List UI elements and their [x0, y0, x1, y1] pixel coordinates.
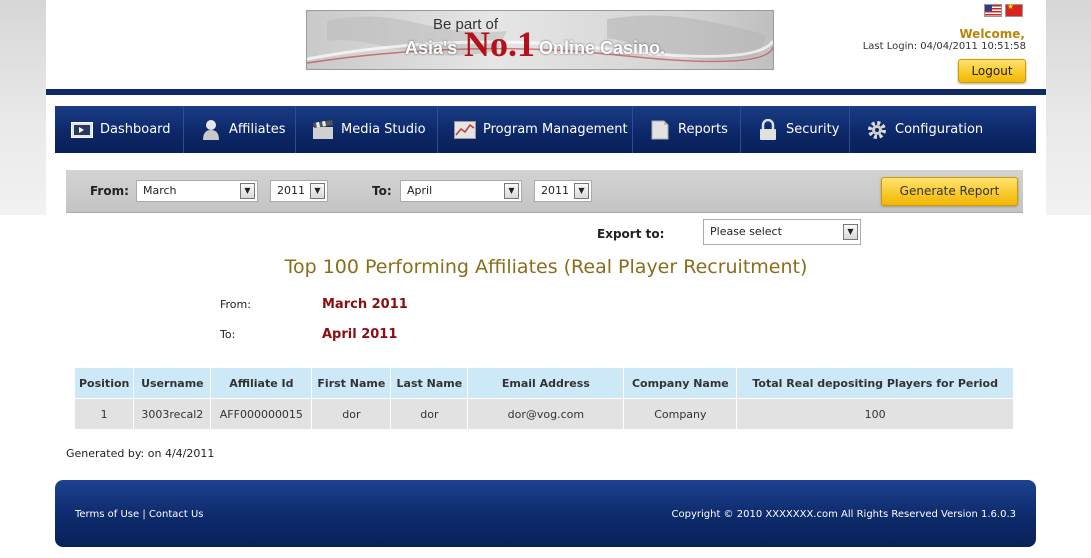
report-from-label: From:	[220, 298, 251, 311]
from-year-select[interactable]: 2011 ▼	[270, 180, 328, 202]
banner-no1: No.1	[464, 24, 535, 64]
generated-by-text: Generated by: on 4/4/2011	[66, 447, 215, 460]
contact-us-link[interactable]: Contact Us	[149, 509, 204, 520]
to-label: To:	[372, 184, 392, 198]
clapperboard-icon	[312, 119, 334, 140]
cell-position: 1	[75, 398, 135, 429]
column-header-total-players[interactable]: Total Real depositing Players for Period	[736, 368, 1014, 399]
nav-item-reports[interactable]: Reports	[633, 106, 741, 153]
report-title: Top 100 Performing Affiliates (Real Play…	[284, 256, 808, 278]
column-header-email[interactable]: Email Address	[467, 368, 625, 399]
gear-icon	[866, 120, 888, 140]
report-icon	[649, 120, 671, 140]
from-month-value: March	[143, 184, 177, 197]
chevron-down-icon: ▼	[843, 224, 858, 240]
nav-item-dashboard[interactable]: Dashboard	[55, 106, 184, 153]
column-header-company[interactable]: Company Name	[623, 368, 738, 399]
page-container: Be part of Asia's No.1 Online Casino. We…	[46, 0, 1046, 558]
nav-label: Configuration	[895, 122, 984, 137]
logout-button[interactable]: Logout	[958, 59, 1026, 83]
from-label: From:	[90, 184, 129, 198]
user-icon	[200, 119, 222, 140]
chart-icon	[454, 120, 476, 140]
copyright-text: Copyright © 2010 XXXXXXX.com All Rights …	[671, 509, 1016, 520]
cell-username: 3003recal2	[133, 398, 212, 429]
export-value: Please select	[710, 225, 782, 238]
footer-separator: |	[142, 509, 146, 520]
nav-label: Program Management	[483, 122, 628, 137]
from-month-select[interactable]: March ▼	[136, 180, 258, 202]
cell-email: dor@vog.com	[467, 398, 625, 429]
export-select[interactable]: Please select ▼	[703, 219, 861, 245]
report-to-label: To:	[220, 328, 236, 341]
lock-icon	[757, 118, 779, 140]
to-month-select[interactable]: April ▼	[400, 180, 522, 202]
column-header-position[interactable]: Position	[75, 368, 135, 399]
nav-item-affiliates[interactable]: Affiliates	[184, 106, 296, 153]
to-month-value: April	[407, 184, 433, 197]
footer-links: Terms of Use | Contact Us	[75, 509, 204, 520]
chevron-down-icon: ▼	[240, 183, 255, 199]
nav-item-security[interactable]: Security	[741, 106, 850, 153]
report-filter-bar: From: March ▼ 2011 ▼ To: April ▼ 2011 ▼ …	[66, 170, 1023, 213]
from-year-value: 2011	[277, 184, 305, 197]
nav-label: Reports	[678, 122, 728, 137]
nav-item-media-studio[interactable]: Media Studio	[296, 106, 438, 153]
export-label: Export to:	[597, 227, 665, 241]
affiliates-table: Position Username Affiliate Id First Nam…	[75, 368, 1014, 429]
main-nav: Dashboard Affiliates Media Studio Progra…	[55, 106, 1036, 153]
us-flag-icon[interactable]	[984, 4, 1002, 17]
to-year-value: 2011	[541, 184, 569, 197]
nav-label: Security	[786, 122, 840, 137]
nav-item-program-management[interactable]: Program Management	[438, 106, 633, 153]
nav-item-configuration[interactable]: Configuration	[850, 106, 1036, 153]
cell-first-name: dor	[311, 398, 392, 429]
casino-banner[interactable]: Be part of Asia's No.1 Online Casino.	[306, 10, 774, 70]
column-header-last-name[interactable]: Last Name	[390, 368, 469, 399]
chevron-down-icon: ▼	[310, 183, 325, 199]
to-year-select[interactable]: 2011 ▼	[534, 180, 592, 202]
report-to-value: April 2011	[322, 327, 398, 342]
column-header-first-name[interactable]: First Name	[311, 368, 392, 399]
header-divider	[46, 89, 1046, 95]
language-flags	[981, 2, 1023, 23]
column-header-username[interactable]: Username	[133, 368, 212, 399]
nav-label: Media Studio	[341, 122, 426, 137]
last-login-text: Last Login: 04/04/2011 10:51:58	[862, 41, 1026, 52]
table-header-row: Position Username Affiliate Id First Nam…	[75, 368, 1014, 399]
welcome-text: Welcome,	[959, 27, 1025, 41]
banner-asia: Asia's	[405, 38, 458, 58]
report-from-value: March 2011	[322, 297, 408, 312]
terms-of-use-link[interactable]: Terms of Use	[75, 509, 139, 520]
cell-total-players: 100	[736, 398, 1014, 429]
china-flag-icon[interactable]	[1005, 2, 1023, 17]
table-row: 1 3003recal2 AFF000000015 dor dor dor@vo…	[75, 398, 1014, 429]
chevron-down-icon: ▼	[574, 183, 589, 199]
cell-last-name: dor	[390, 398, 469, 429]
chevron-down-icon: ▼	[504, 183, 519, 199]
column-header-affiliate-id[interactable]: Affiliate Id	[210, 368, 313, 399]
cell-company: Company	[623, 398, 738, 429]
footer: Terms of Use | Contact Us Copyright © 20…	[55, 480, 1036, 547]
nav-label: Affiliates	[229, 122, 286, 137]
generate-report-button[interactable]: Generate Report	[881, 177, 1018, 206]
dashboard-icon	[71, 120, 93, 140]
banner-online-casino: Online Casino.	[539, 38, 666, 58]
nav-label: Dashboard	[100, 122, 171, 137]
cell-affiliate-id: AFF000000015	[210, 398, 313, 429]
